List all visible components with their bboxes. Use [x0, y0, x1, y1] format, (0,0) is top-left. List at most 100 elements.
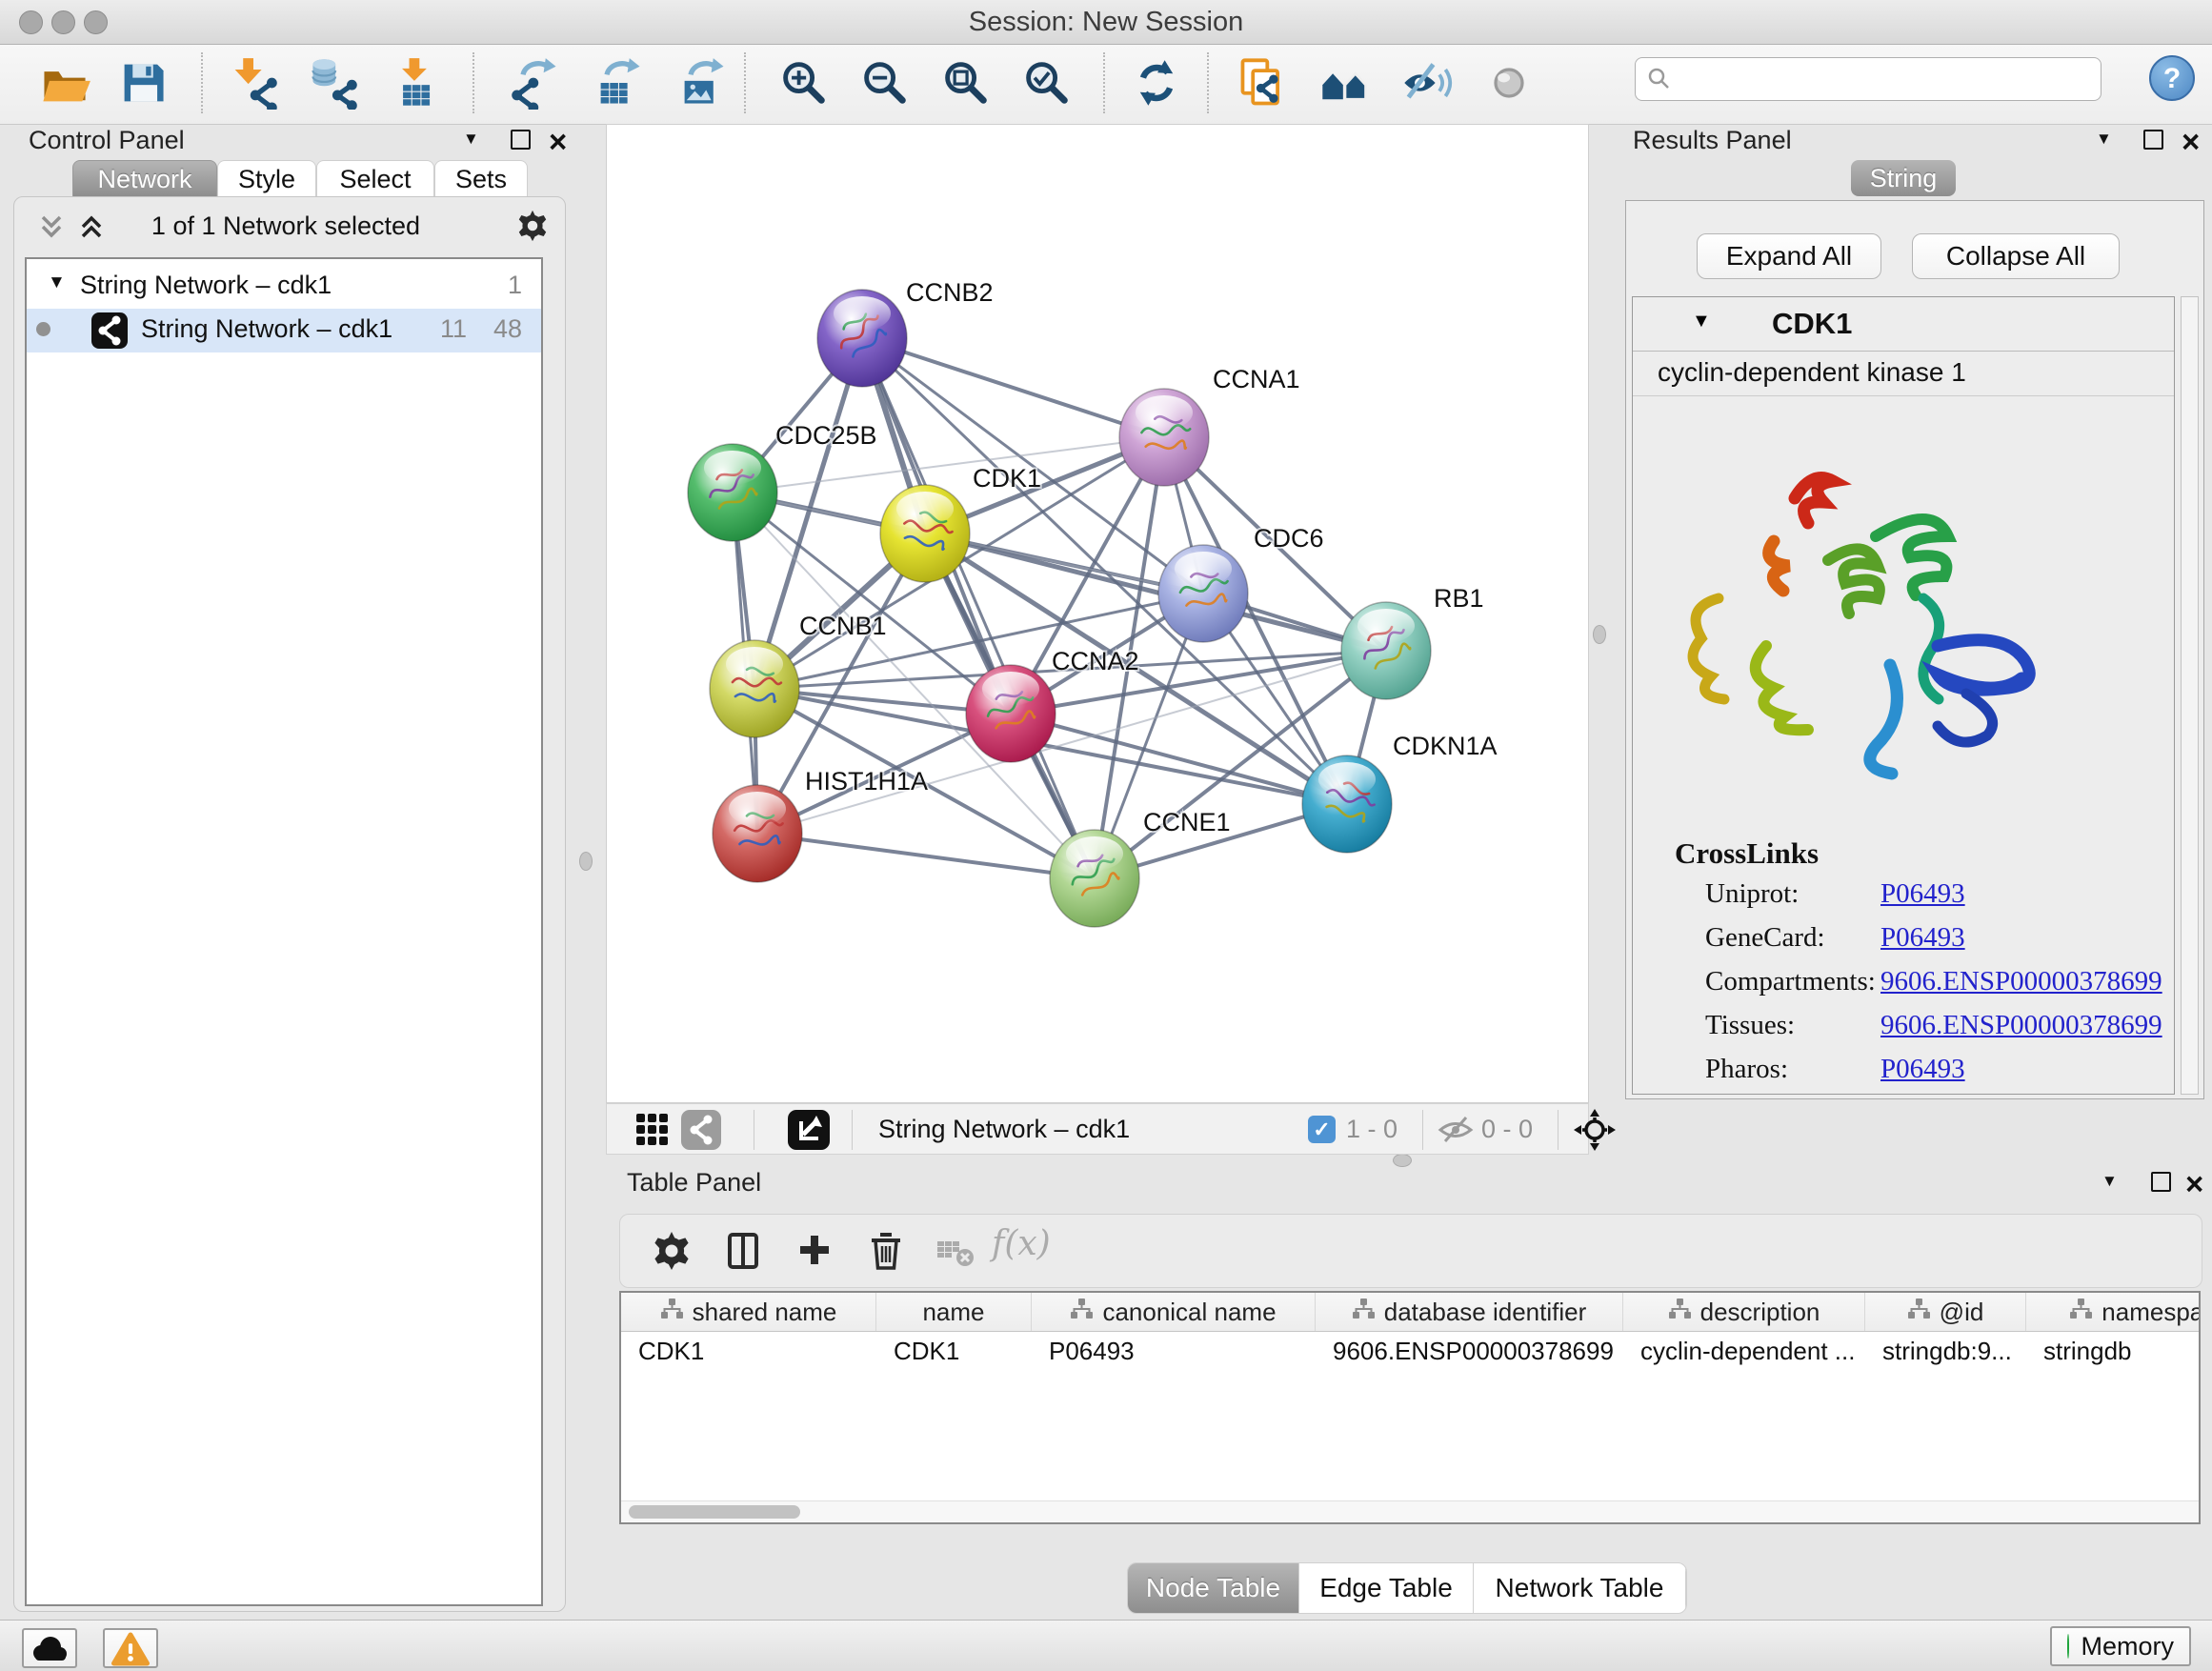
table-settings-gear-icon[interactable]	[647, 1226, 696, 1276]
tab-network[interactable]: Network	[72, 160, 217, 196]
cell-shared-name[interactable]: CDK1	[621, 1332, 876, 1370]
panel-float-icon[interactable]	[2143, 130, 2163, 154]
table-hscrollbar[interactable]	[621, 1500, 2199, 1522]
import-table-icon[interactable]	[389, 56, 442, 110]
network-node-CCNB2[interactable]	[817, 290, 907, 387]
selected-checkbox-icon[interactable]: ✓	[1308, 1116, 1336, 1143]
crosslink-link[interactable]: P06493	[1880, 922, 1965, 954]
export-image-icon[interactable]	[676, 56, 730, 110]
refresh-view-icon[interactable]	[1130, 56, 1183, 110]
tab-sets[interactable]: Sets	[434, 160, 528, 196]
cell-name[interactable]: CDK1	[876, 1332, 1032, 1370]
tree-expand-icon[interactable]: ▼	[48, 272, 66, 293]
tab-style[interactable]: Style	[217, 160, 316, 196]
cell-description[interactable]: cyclin-dependent ...	[1623, 1332, 1865, 1370]
help-button[interactable]: ?	[2149, 55, 2195, 101]
collapse-section-icon[interactable]: ▼	[1692, 311, 1711, 332]
panel-close-icon[interactable]: ×	[549, 132, 567, 151]
cell-canonical-name[interactable]: P06493	[1032, 1332, 1316, 1370]
panel-close-icon[interactable]: ×	[2185, 1175, 2203, 1194]
open-session-icon[interactable]	[38, 56, 91, 110]
zoom-out-icon[interactable]	[858, 56, 912, 110]
first-neighbors-icon[interactable]	[1318, 56, 1372, 110]
cell-@id[interactable]: stringdb:9...	[1865, 1332, 2026, 1370]
tab-edge-table[interactable]: Edge Table	[1299, 1563, 1474, 1613]
network-node-CDK1[interactable]	[880, 485, 970, 582]
network-edge-count: 48	[493, 314, 522, 344]
cell-namespace[interactable]: stringdb	[2026, 1332, 2201, 1370]
import-database-icon[interactable]	[307, 56, 360, 110]
expand-all-button[interactable]: Expand All	[1697, 233, 1881, 279]
network-canvas[interactable]: CCNB2CCNA1CDC25BCDK1CDC6RB1CCNB1CCNA2CDK…	[606, 124, 1589, 1103]
show-columns-icon[interactable]	[718, 1226, 768, 1276]
network-node-CCNA2[interactable]	[966, 665, 1056, 762]
crosslink-link[interactable]: P06493	[1880, 1054, 1965, 1085]
show-graphics-icon[interactable]	[1482, 56, 1536, 110]
string-view-icon[interactable]	[681, 1110, 721, 1150]
panel-menu-icon[interactable]: ▼	[2101, 1172, 2118, 1191]
zoom-selected-icon[interactable]	[1020, 56, 1074, 110]
column-header-namespace[interactable]: namespace	[2026, 1293, 2201, 1331]
add-column-icon[interactable]	[790, 1226, 839, 1276]
export-network-icon[interactable]	[509, 56, 562, 110]
collapse-all-icon[interactable]	[36, 211, 67, 247]
export-view-icon[interactable]	[788, 1110, 830, 1150]
panel-float-icon[interactable]	[2151, 1172, 2171, 1197]
panel-float-icon[interactable]	[511, 130, 531, 154]
network-node-RB1[interactable]	[1341, 602, 1431, 699]
results-scrollbar[interactable]	[2181, 296, 2199, 1095]
memory-button[interactable]: Memory	[2050, 1626, 2191, 1666]
grid-view-icon[interactable]	[634, 1112, 671, 1153]
panel-close-icon[interactable]: ×	[2182, 132, 2200, 151]
node-label-CDC6: CDC6	[1254, 524, 1324, 553]
table-row[interactable]: CDK1CDK1P064939606.ENSP00000378699cyclin…	[621, 1332, 2201, 1370]
search-input[interactable]	[1635, 57, 2101, 101]
column-header-database-identifier[interactable]: database identifier	[1316, 1293, 1623, 1331]
network-tree: ▼ String Network – cdk1 1 String Network…	[25, 257, 543, 1606]
gear-icon[interactable]	[513, 206, 553, 251]
panel-menu-icon[interactable]: ▼	[2096, 130, 2112, 149]
cell-database-identifier[interactable]: 9606.ENSP00000378699	[1316, 1332, 1623, 1370]
tab-network-table[interactable]: Network Table	[1474, 1563, 1686, 1613]
crosslink-link[interactable]: P06493	[1880, 878, 1965, 910]
zoom-in-icon[interactable]	[777, 56, 831, 110]
hscrollbar-thumb[interactable]	[629, 1505, 800, 1519]
hidden-eye-icon[interactable]	[1438, 1114, 1474, 1151]
network-node-CCNB1[interactable]	[710, 640, 799, 737]
column-header-description[interactable]: description	[1623, 1293, 1865, 1331]
tab-string[interactable]: String	[1851, 160, 1956, 196]
right-splitter-handle[interactable]	[1593, 625, 1606, 644]
network-row-selected[interactable]: String Network – cdk1 11 48	[27, 309, 541, 352]
network-collection-row[interactable]: ▼ String Network – cdk1 1	[27, 265, 541, 309]
import-network-icon[interactable]	[227, 56, 280, 110]
column-header-name[interactable]: name	[876, 1293, 1032, 1331]
hide-selected-icon[interactable]	[1400, 56, 1454, 110]
crosslink-link[interactable]: 9606.ENSP00000378699	[1880, 1010, 2162, 1041]
save-session-icon[interactable]	[116, 56, 170, 110]
network-node-CDC25B[interactable]	[688, 444, 777, 541]
network-node-CCNE1[interactable]	[1050, 830, 1139, 927]
left-splitter-handle[interactable]	[579, 852, 593, 871]
panel-menu-icon[interactable]: ▼	[463, 130, 479, 149]
network-node-CDC6[interactable]	[1158, 545, 1248, 642]
tab-node-table[interactable]: Node Table	[1128, 1563, 1299, 1613]
cloud-button[interactable]	[22, 1628, 77, 1668]
column-namespace-icon	[1668, 1298, 1692, 1327]
new-network-from-selection-icon[interactable]	[1237, 56, 1290, 110]
export-table-icon[interactable]	[593, 56, 646, 110]
crosslink-link[interactable]: 9606.ENSP00000378699	[1880, 966, 2162, 997]
string-results-box: Expand All Collapse All ▼ CDK1 cyclin-de…	[1625, 200, 2204, 1099]
warning-button[interactable]	[103, 1628, 158, 1668]
network-node-HIST1H1A[interactable]	[713, 785, 802, 882]
gene-section-header[interactable]: ▼ CDK1	[1633, 297, 2174, 352]
delete-column-icon[interactable]	[861, 1226, 911, 1276]
column-header-shared-name[interactable]: shared name	[621, 1293, 876, 1331]
birds-eye-view-icon[interactable]	[1573, 1108, 1617, 1157]
tab-select[interactable]: Select	[316, 160, 434, 196]
network-node-CCNA1[interactable]	[1119, 389, 1209, 486]
network-node-CDKN1A[interactable]	[1302, 755, 1392, 853]
collapse-all-button[interactable]: Collapse All	[1912, 233, 2120, 279]
zoom-fit-icon[interactable]	[939, 56, 993, 110]
column-header-@id[interactable]: @id	[1865, 1293, 2026, 1331]
column-header-canonical-name[interactable]: canonical name	[1032, 1293, 1316, 1331]
